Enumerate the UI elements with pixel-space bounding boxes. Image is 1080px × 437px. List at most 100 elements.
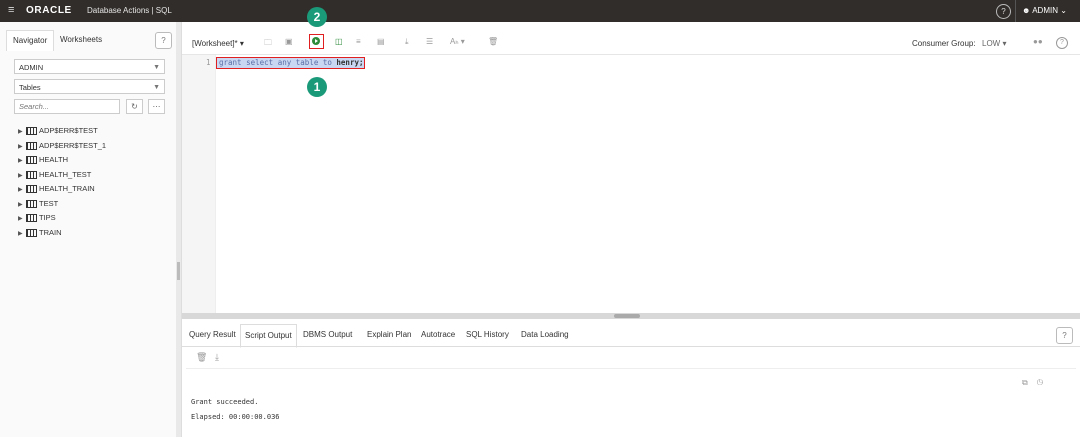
tree-item[interactable]: ▶ ADP$ERR$TEST — [18, 124, 106, 139]
tab-navigator[interactable]: Navigator — [6, 30, 55, 51]
user-icon: ☻ — [1022, 6, 1031, 15]
tree-item[interactable]: ▶ TRAIN — [18, 226, 106, 241]
autotrace-icon[interactable]: ▤ — [377, 37, 385, 46]
tab-explain-plan[interactable]: Explain Plan — [363, 324, 415, 346]
search-input[interactable] — [14, 99, 120, 114]
chevron-down-icon: ▼ — [153, 84, 160, 91]
oracle-logo: ORACLE — [26, 5, 72, 16]
tree-item-label: HEALTH — [39, 155, 69, 164]
copy-icon[interactable]: ⧉ — [1022, 378, 1028, 387]
chevron-down-icon: ▾ — [239, 39, 244, 48]
consumer-group-value: LOW — [982, 39, 1001, 48]
tree-item-label: HEALTH_TEST — [39, 169, 92, 179]
tree-item-label: TIPS — [39, 213, 56, 222]
tree-item-label: ADP$ERR$TEST_1 — [39, 140, 107, 150]
tab-sql-history[interactable]: SQL History — [462, 324, 513, 346]
refresh-button[interactable]: ↻ — [126, 99, 143, 114]
binoculars-icon[interactable]: ●● — [1033, 37, 1043, 46]
tree-item[interactable]: ▶ HEALTH — [18, 153, 106, 168]
expand-icon[interactable]: ▶ — [18, 169, 26, 184]
ellipsis-icon: ⋯ — [152, 102, 161, 111]
format-icon[interactable]: ☰ — [426, 37, 433, 46]
table-tree: ▶ ADP$ERR$TEST ▶ ADP$ERR$TEST_1 ▶ HEALTH ▶ H… — [18, 124, 106, 240]
chevron-down-icon: ▾ — [1002, 39, 1007, 48]
hamburger-icon[interactable]: ≡ — [8, 4, 14, 16]
app-title: Database Actions | SQL — [87, 6, 172, 15]
tree-item-label: HEALTH_TRAIN — [39, 184, 95, 193]
worksheet-toolbar: [Worksheet]* ▾ 🗀 ▣ ◫ ≡ ▤ ⤓ ☰ Aₕ ▾ 🗑 Cons… — [182, 30, 1080, 55]
download-icon[interactable]: ⤓ — [215, 352, 219, 362]
chevron-down-icon: ▼ — [153, 64, 160, 71]
table-icon — [26, 170, 37, 179]
help-icon[interactable]: ? — [1056, 37, 1068, 49]
divider — [186, 368, 1076, 369]
tab-autotrace[interactable]: Autotrace — [417, 324, 459, 346]
table-icon — [26, 141, 37, 150]
line-number: 1 — [206, 58, 211, 67]
tree-item[interactable]: ▶ HEALTH_TRAIN — [18, 182, 106, 197]
run-statement-icon — [312, 37, 320, 45]
help-icon[interactable]: ? — [1056, 327, 1073, 344]
schema-value: ADMIN — [19, 63, 44, 72]
table-icon — [26, 156, 37, 165]
output-elapsed: Elapsed: 00:00:00.036 — [191, 413, 280, 421]
top-bar: ≡ ORACLE Database Actions | SQL ? ☻ ADMI… — [0, 0, 1080, 22]
open-folder-icon[interactable]: 🗀 — [264, 37, 272, 51]
sql-keyword-text: grant select any table to — [219, 58, 337, 67]
sql-statement[interactable]: grant select any table to henry; — [219, 58, 364, 67]
expand-icon[interactable]: ▶ — [18, 140, 26, 155]
tree-item[interactable]: ▶ ADP$ERR$TEST_1 — [18, 139, 106, 154]
expand-icon[interactable]: ▶ — [18, 198, 26, 213]
trash-icon[interactable]: 🗑 — [488, 37, 498, 46]
expand-icon[interactable]: ▶ — [18, 212, 26, 227]
tree-item[interactable]: ▶ HEALTH_TEST — [18, 168, 106, 183]
table-icon — [26, 228, 37, 237]
output-actions: ⧉ ◷ — [1022, 378, 1043, 388]
tab-worksheets[interactable]: Worksheets — [54, 30, 108, 50]
tree-item-label: TEST — [39, 198, 59, 208]
tree-item[interactable]: ▶ TEST — [18, 197, 106, 212]
help-icon[interactable]: ? — [155, 32, 172, 49]
divider — [1015, 0, 1016, 22]
table-icon — [26, 199, 37, 208]
output-toolbar: 🗑 ⤓ — [196, 352, 219, 363]
step-callout-1: 1 — [307, 77, 327, 97]
run-script-icon[interactable]: ◫ — [335, 37, 343, 46]
table-icon — [26, 127, 37, 136]
user-menu[interactable]: ☻ ADMIN ⌄ — [1022, 6, 1067, 15]
trash-icon[interactable]: 🗑 — [196, 352, 207, 362]
tab-script-output[interactable]: Script Output — [240, 324, 297, 348]
schema-select[interactable]: ADMIN ▼ — [14, 59, 165, 74]
worksheet-name[interactable]: [Worksheet]* ▾ — [192, 39, 244, 48]
navigator-panel: Navigator Worksheets ? ADMIN ▼ Tables ▼ … — [0, 22, 177, 437]
font-case-icon[interactable]: Aₕ ▾ — [450, 37, 465, 46]
splitter-handle[interactable] — [177, 262, 180, 280]
step-callout-2: 2 — [307, 7, 327, 27]
expand-icon[interactable]: ▶ — [18, 227, 26, 242]
output-message: Grant succeeded. — [191, 398, 259, 406]
line-gutter — [182, 55, 216, 313]
tab-query-result[interactable]: Query Result — [185, 324, 240, 346]
clock-icon[interactable]: ◷ — [1037, 378, 1043, 387]
splitter-handle[interactable] — [614, 314, 640, 318]
consumer-group-label: Consumer Group: — [912, 39, 976, 48]
tab-dbms-output[interactable]: DBMS Output — [299, 324, 356, 346]
object-type-value: Tables — [19, 83, 41, 92]
expand-icon[interactable]: ▶ — [18, 125, 26, 140]
explain-plan-icon[interactable]: ≡ — [356, 37, 361, 46]
object-type-select[interactable]: Tables ▼ — [14, 79, 165, 94]
tab-data-loading[interactable]: Data Loading — [517, 324, 573, 346]
save-icon[interactable]: ▣ — [285, 37, 293, 46]
tree-item[interactable]: ▶ TIPS — [18, 211, 106, 226]
sql-user-text: henry; — [336, 58, 364, 67]
expand-icon[interactable]: ▶ — [18, 154, 26, 169]
run-statement-button[interactable] — [309, 34, 324, 49]
download-icon[interactable]: ⤓ — [405, 37, 409, 47]
tree-item-label: TRAIN — [39, 227, 62, 237]
refresh-icon: ↻ — [131, 102, 138, 111]
more-options-button[interactable]: ⋯ — [148, 99, 165, 114]
help-circle-icon[interactable]: ? — [996, 4, 1011, 19]
expand-icon[interactable]: ▶ — [18, 183, 26, 198]
table-icon — [26, 214, 37, 223]
consumer-group-select[interactable]: LOW ▾ — [982, 39, 1006, 48]
